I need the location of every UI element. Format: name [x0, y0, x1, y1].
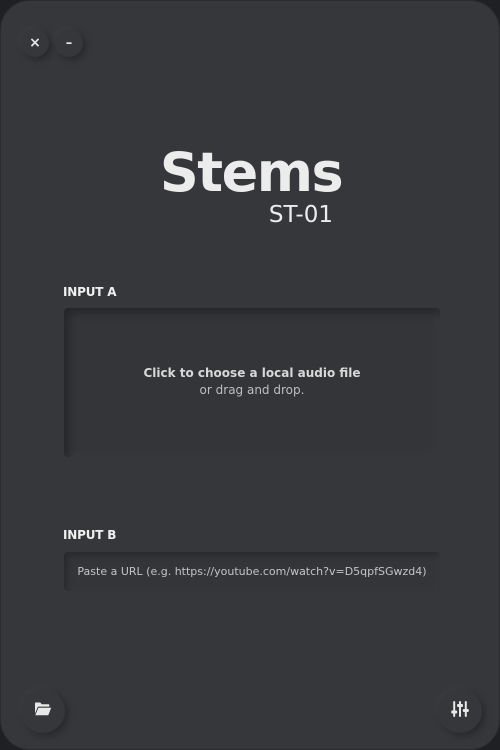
dropzone-secondary-text: or drag and drop.	[199, 383, 305, 397]
close-icon: ×	[29, 35, 41, 51]
input-b-label: INPUT B	[63, 528, 117, 542]
app-model-number: ST-01	[268, 202, 333, 228]
mixer-settings-button[interactable]	[438, 689, 482, 733]
minimize-button[interactable]: –	[55, 29, 83, 57]
minimize-icon: –	[65, 35, 73, 51]
audio-file-dropzone[interactable]: Click to choose a local audio file or dr…	[64, 308, 440, 457]
url-input[interactable]	[64, 552, 440, 591]
folder-open-icon	[34, 701, 52, 721]
app-window: × – Stems ST-01 INPUT A Click to choose …	[0, 0, 500, 750]
mixer-sliders-icon	[450, 699, 470, 723]
close-button[interactable]: ×	[21, 29, 49, 57]
input-a-label: INPUT A	[63, 285, 117, 299]
open-folder-button[interactable]	[21, 689, 65, 733]
app-title: Stems	[159, 141, 344, 204]
dropzone-primary-text: Click to choose a local audio file	[143, 366, 361, 380]
